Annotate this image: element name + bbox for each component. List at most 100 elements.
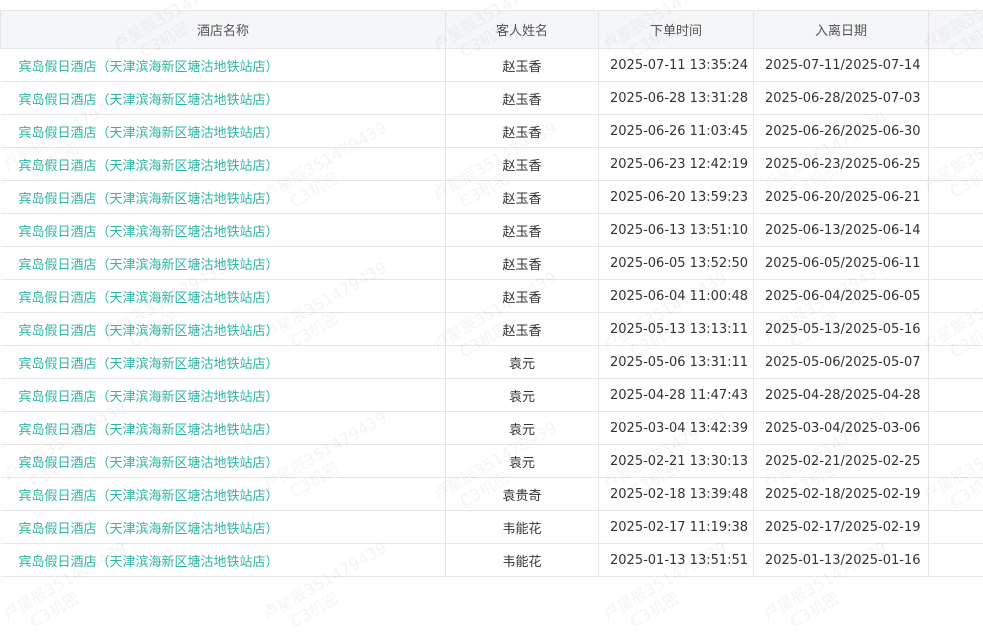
stay-dates-cell: 2025-06-28/2025-07-03 xyxy=(754,82,929,115)
stay-dates-cell: 2025-05-13/2025-05-16 xyxy=(754,313,929,346)
column-header-guest-name[interactable]: 客人姓名 xyxy=(446,11,599,49)
table-row[interactable]: 宾岛假日酒店（天津滨海新区塘沽地铁站店）赵玉香2025-06-05 13:52:… xyxy=(1,247,983,280)
row-extra-cell xyxy=(929,214,983,247)
hotel-name-link[interactable]: 宾岛假日酒店（天津滨海新区塘沽地铁站店） xyxy=(1,214,446,247)
row-extra-cell xyxy=(929,280,983,313)
guest-name-cell: 袁元 xyxy=(446,379,599,412)
row-extra-cell xyxy=(929,478,983,511)
order-time-cell: 2025-06-04 11:00:48 xyxy=(599,280,754,313)
order-time-cell: 2025-06-28 13:31:28 xyxy=(599,82,754,115)
table-row[interactable]: 宾岛假日酒店（天津滨海新区塘沽地铁站店）赵玉香2025-06-20 13:59:… xyxy=(1,181,983,214)
guest-name-cell: 袁元 xyxy=(446,346,599,379)
row-extra-cell xyxy=(929,445,983,478)
row-extra-cell xyxy=(929,379,983,412)
header-row: 酒店名称 客人姓名 下单时间 入离日期 xyxy=(1,11,983,49)
table-row[interactable]: 宾岛假日酒店（天津滨海新区塘沽地铁站店）袁元2025-02-21 13:30:1… xyxy=(1,445,983,478)
column-header-hotel-name[interactable]: 酒店名称 xyxy=(1,11,446,49)
row-extra-cell xyxy=(929,412,983,445)
table-row[interactable]: 宾岛假日酒店（天津滨海新区塘沽地铁站店）赵玉香2025-06-23 12:42:… xyxy=(1,148,983,181)
guest-name-cell: 韦能花 xyxy=(446,544,599,577)
hotel-name-link[interactable]: 宾岛假日酒店（天津滨海新区塘沽地铁站店） xyxy=(1,82,446,115)
row-extra-cell xyxy=(929,181,983,214)
table-row[interactable]: 宾岛假日酒店（天津滨海新区塘沽地铁站店）赵玉香2025-06-13 13:51:… xyxy=(1,214,983,247)
hotel-name-link[interactable]: 宾岛假日酒店（天津滨海新区塘沽地铁站店） xyxy=(1,379,446,412)
stay-dates-cell: 2025-06-13/2025-06-14 xyxy=(754,214,929,247)
table-row[interactable]: 宾岛假日酒店（天津滨海新区塘沽地铁站店）赵玉香2025-06-04 11:00:… xyxy=(1,280,983,313)
guest-name-cell: 韦能花 xyxy=(446,511,599,544)
guest-name-cell: 赵玉香 xyxy=(446,148,599,181)
guest-name-cell: 赵玉香 xyxy=(446,247,599,280)
row-extra-cell xyxy=(929,511,983,544)
guest-name-cell: 赵玉香 xyxy=(446,82,599,115)
column-header-order-time[interactable]: 下单时间 xyxy=(599,11,754,49)
hotel-name-link[interactable]: 宾岛假日酒店（天津滨海新区塘沽地铁站店） xyxy=(1,313,446,346)
row-extra-cell xyxy=(929,49,983,82)
order-time-cell: 2025-05-06 13:31:11 xyxy=(599,346,754,379)
order-time-cell: 2025-02-18 13:39:48 xyxy=(599,478,754,511)
hotel-name-link[interactable]: 宾岛假日酒店（天津滨海新区塘沽地铁站店） xyxy=(1,148,446,181)
order-time-cell: 2025-06-26 11:03:45 xyxy=(599,115,754,148)
hotel-name-link[interactable]: 宾岛假日酒店（天津滨海新区塘沽地铁站店） xyxy=(1,49,446,82)
table-row[interactable]: 宾岛假日酒店（天津滨海新区塘沽地铁站店）韦能花2025-02-17 11:19:… xyxy=(1,511,983,544)
order-time-cell: 2025-02-21 13:30:13 xyxy=(599,445,754,478)
guest-name-cell: 赵玉香 xyxy=(446,280,599,313)
stay-dates-cell: 2025-05-06/2025-05-07 xyxy=(754,346,929,379)
guest-name-cell: 袁元 xyxy=(446,445,599,478)
stay-dates-cell: 2025-01-13/2025-01-16 xyxy=(754,544,929,577)
hotel-name-link[interactable]: 宾岛假日酒店（天津滨海新区塘沽地铁站店） xyxy=(1,412,446,445)
row-extra-cell xyxy=(929,346,983,379)
table-row[interactable]: 宾岛假日酒店（天津滨海新区塘沽地铁站店）赵玉香2025-05-13 13:13:… xyxy=(1,313,983,346)
table-row[interactable]: 宾岛假日酒店（天津滨海新区塘沽地铁站店）赵玉香2025-07-11 13:35:… xyxy=(1,49,983,82)
row-extra-cell xyxy=(929,115,983,148)
guest-name-cell: 袁元 xyxy=(446,412,599,445)
stay-dates-cell: 2025-06-05/2025-06-11 xyxy=(754,247,929,280)
order-time-cell: 2025-06-23 12:42:19 xyxy=(599,148,754,181)
table-row[interactable]: 宾岛假日酒店（天津滨海新区塘沽地铁站店）袁贵奇2025-02-18 13:39:… xyxy=(1,478,983,511)
order-time-cell: 2025-05-13 13:13:11 xyxy=(599,313,754,346)
stay-dates-cell: 2025-02-18/2025-02-19 xyxy=(754,478,929,511)
row-extra-cell xyxy=(929,544,983,577)
order-time-cell: 2025-07-11 13:35:24 xyxy=(599,49,754,82)
table-row[interactable]: 宾岛假日酒店（天津滨海新区塘沽地铁站店）袁元2025-05-06 13:31:1… xyxy=(1,346,983,379)
guest-name-cell: 赵玉香 xyxy=(446,49,599,82)
stay-dates-cell: 2025-06-04/2025-06-05 xyxy=(754,280,929,313)
column-header-extra xyxy=(929,11,983,49)
hotel-name-link[interactable]: 宾岛假日酒店（天津滨海新区塘沽地铁站店） xyxy=(1,346,446,379)
table-row[interactable]: 宾岛假日酒店（天津滨海新区塘沽地铁站店）袁元2025-04-28 11:47:4… xyxy=(1,379,983,412)
guest-name-cell: 赵玉香 xyxy=(446,313,599,346)
order-time-cell: 2025-04-28 11:47:43 xyxy=(599,379,754,412)
hotel-name-link[interactable]: 宾岛假日酒店（天津滨海新区塘沽地铁站店） xyxy=(1,280,446,313)
hotel-name-link[interactable]: 宾岛假日酒店（天津滨海新区塘沽地铁站店） xyxy=(1,445,446,478)
order-time-cell: 2025-02-17 11:19:38 xyxy=(599,511,754,544)
orders-table-container: 酒店名称 客人姓名 下单时间 入离日期 宾岛假日酒店（天津滨海新区塘沽地铁站店）… xyxy=(0,10,983,577)
guest-name-cell: 袁贵奇 xyxy=(446,478,599,511)
hotel-name-link[interactable]: 宾岛假日酒店（天津滨海新区塘沽地铁站店） xyxy=(1,247,446,280)
row-extra-cell xyxy=(929,82,983,115)
table-row[interactable]: 宾岛假日酒店（天津滨海新区塘沽地铁站店）赵玉香2025-06-28 13:31:… xyxy=(1,82,983,115)
hotel-name-link[interactable]: 宾岛假日酒店（天津滨海新区塘沽地铁站店） xyxy=(1,544,446,577)
table-header: 酒店名称 客人姓名 下单时间 入离日期 xyxy=(1,11,983,49)
orders-table: 酒店名称 客人姓名 下单时间 入离日期 宾岛假日酒店（天津滨海新区塘沽地铁站店）… xyxy=(0,10,983,577)
stay-dates-cell: 2025-02-21/2025-02-25 xyxy=(754,445,929,478)
stay-dates-cell: 2025-07-11/2025-07-14 xyxy=(754,49,929,82)
stay-dates-cell: 2025-02-17/2025-02-19 xyxy=(754,511,929,544)
guest-name-cell: 赵玉香 xyxy=(446,115,599,148)
hotel-name-link[interactable]: 宾岛假日酒店（天津滨海新区塘沽地铁站店） xyxy=(1,478,446,511)
stay-dates-cell: 2025-04-28/2025-04-28 xyxy=(754,379,929,412)
table-row[interactable]: 宾岛假日酒店（天津滨海新区塘沽地铁站店）袁元2025-03-04 13:42:3… xyxy=(1,412,983,445)
row-extra-cell xyxy=(929,247,983,280)
table-row[interactable]: 宾岛假日酒店（天津滨海新区塘沽地铁站店）韦能花2025-01-13 13:51:… xyxy=(1,544,983,577)
hotel-name-link[interactable]: 宾岛假日酒店（天津滨海新区塘沽地铁站店） xyxy=(1,511,446,544)
column-header-stay-dates[interactable]: 入离日期 xyxy=(754,11,929,49)
row-extra-cell xyxy=(929,313,983,346)
stay-dates-cell: 2025-03-04/2025-03-06 xyxy=(754,412,929,445)
order-time-cell: 2025-06-20 13:59:23 xyxy=(599,181,754,214)
order-time-cell: 2025-03-04 13:42:39 xyxy=(599,412,754,445)
order-time-cell: 2025-06-05 13:52:50 xyxy=(599,247,754,280)
order-time-cell: 2025-06-13 13:51:10 xyxy=(599,214,754,247)
stay-dates-cell: 2025-06-20/2025-06-21 xyxy=(754,181,929,214)
row-extra-cell xyxy=(929,148,983,181)
table-row[interactable]: 宾岛假日酒店（天津滨海新区塘沽地铁站店）赵玉香2025-06-26 11:03:… xyxy=(1,115,983,148)
hotel-name-link[interactable]: 宾岛假日酒店（天津滨海新区塘沽地铁站店） xyxy=(1,115,446,148)
hotel-name-link[interactable]: 宾岛假日酒店（天津滨海新区塘沽地铁站店） xyxy=(1,181,446,214)
